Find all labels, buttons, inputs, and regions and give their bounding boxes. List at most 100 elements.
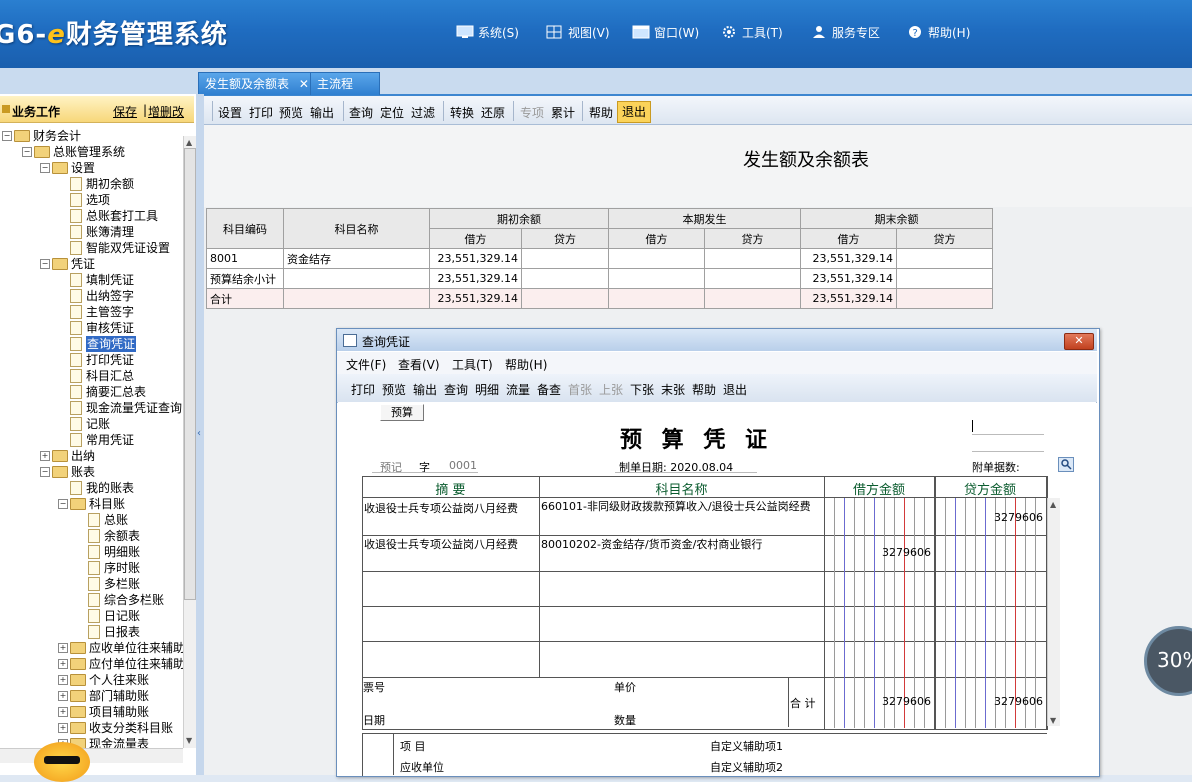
collapse-arrow-icon[interactable]: ‹ [197, 428, 201, 439]
entry-account[interactable]: 660101-非同级财政拨款预算收入/退役士兵公益岗经费 [541, 500, 823, 513]
collapse-icon[interactable]: − [40, 467, 50, 477]
tree-item[interactable]: − 凭证 [40, 256, 95, 272]
table-row-total[interactable]: 合计 23,551,329.14 23,551,329.14 [206, 288, 993, 309]
tree-item[interactable]: + 收支分类科目账 [58, 720, 173, 736]
dialog-toolbar-button[interactable]: 查询 [444, 381, 468, 398]
tree-item[interactable]: 查询凭证 [58, 336, 137, 352]
close-icon[interactable]: ✕ [299, 77, 309, 91]
dialog-toolbar-button[interactable]: 预览 [382, 381, 406, 398]
tree-item[interactable]: 选项 [58, 192, 110, 208]
tree-item[interactable]: 总账 [76, 512, 128, 528]
tree-item[interactable]: 智能双凭证设置 [58, 240, 170, 256]
tree-item[interactable]: 我的账表 [58, 480, 134, 496]
toolbar-button[interactable]: 输出 [310, 104, 334, 121]
tree-item[interactable]: 日报表 [76, 624, 140, 640]
tree-item[interactable]: + 应收单位往来辅助 [58, 640, 183, 656]
toolbar-button[interactable]: 专项 [520, 104, 544, 121]
tree-item[interactable]: − 财务会计 [2, 128, 81, 144]
menu-window[interactable]: 窗口(W) [632, 22, 699, 42]
entry-summary[interactable]: 收退役士兵专项公益岗八月经费 [364, 500, 538, 516]
table-row[interactable]: 8001 资金结存 23,551,329.14 23,551,329.14 [206, 248, 993, 269]
tree-item[interactable]: − 科目账 [58, 496, 125, 512]
collapse-icon[interactable]: − [2, 131, 12, 141]
dialog-close-button[interactable]: ✕ [1064, 333, 1094, 350]
expand-icon[interactable]: + [58, 643, 68, 653]
menu-system[interactable]: 系统(S) [456, 22, 519, 42]
collapse-icon[interactable]: − [40, 259, 50, 269]
toolbar-button[interactable]: 帮助 [589, 104, 613, 121]
menu-tools[interactable]: 工具(T) [452, 356, 493, 373]
dialog-toolbar-button[interactable]: 退出 [723, 381, 747, 398]
scroll-down-icon[interactable]: ▼ [186, 736, 192, 745]
budget-button[interactable]: 预算 [380, 404, 424, 421]
toolbar-button[interactable]: 查询 [349, 104, 373, 121]
dialog-toolbar-button[interactable]: 末张 [661, 381, 685, 398]
menu-view[interactable]: 视图(V) [546, 22, 610, 42]
tree-item[interactable]: − 账表 [40, 464, 95, 480]
tree-item[interactable]: 余额表 [76, 528, 140, 544]
tree-item[interactable]: 摘要汇总表 [58, 384, 146, 400]
collapse-icon[interactable]: − [58, 499, 68, 509]
tree-item[interactable]: 打印凭证 [58, 352, 134, 368]
menu-help[interactable]: 帮助(H) [505, 356, 547, 373]
toolbar-button[interactable]: 转换 [450, 104, 474, 121]
voucher-scrollbar[interactable] [1047, 498, 1060, 726]
tree-item[interactable]: − 总账管理系统 [22, 144, 125, 160]
tree-item[interactable]: 综合多栏账 [76, 592, 164, 608]
collapse-icon[interactable]: − [40, 163, 50, 173]
dialog-toolbar-button[interactable]: 下张 [630, 381, 654, 398]
dialog-toolbar-button[interactable]: 上张 [599, 381, 623, 398]
scroll-up-icon[interactable]: ▲ [186, 138, 192, 147]
tree-item[interactable]: + 应付单位往来辅助 [58, 656, 183, 672]
dialog-toolbar-button[interactable]: 帮助 [692, 381, 716, 398]
expand-icon[interactable]: + [58, 723, 68, 733]
dialog-toolbar-button[interactable]: 流量 [506, 381, 530, 398]
tree-item[interactable]: 出纳签字 [58, 288, 134, 304]
tree-item[interactable]: 科目汇总 [58, 368, 134, 384]
menu-file[interactable]: 文件(F) [346, 356, 386, 373]
tree-item[interactable]: 序时账 [76, 560, 140, 576]
entry-debit[interactable]: 3279606 [826, 546, 931, 559]
toolbar-button[interactable]: 还原 [481, 104, 505, 121]
menu-service[interactable]: 服务专区 [810, 22, 880, 42]
menu-view[interactable]: 查看(V) [398, 356, 440, 373]
tree-item[interactable]: + 项目辅助账 [58, 704, 149, 720]
tab-main-flow[interactable]: 主流程 [310, 72, 380, 95]
tree-scrollbar-thumb[interactable] [184, 148, 196, 600]
expand-icon[interactable]: + [58, 691, 68, 701]
dialog-toolbar-button[interactable]: 备查 [537, 381, 561, 398]
tree-item[interactable]: 常用凭证 [58, 432, 134, 448]
toolbar-button[interactable]: 过滤 [411, 104, 435, 121]
collapse-icon[interactable]: − [22, 147, 32, 157]
tree-item[interactable]: 期初余额 [58, 176, 134, 192]
tree-item[interactable]: 总账套打工具 [58, 208, 158, 224]
toolbar-button[interactable]: 定位 [380, 104, 404, 121]
toolbar-button[interactable]: 预览 [279, 104, 303, 121]
toolbar-button[interactable]: 设置 [218, 104, 242, 121]
scroll-up-icon[interactable]: ▲ [1050, 500, 1056, 509]
tab-balance-report[interactable]: 发生额及余额表 ✕ [198, 72, 316, 95]
expand-icon[interactable]: + [40, 451, 50, 461]
tree-item[interactable]: 主管签字 [58, 304, 134, 320]
tree-item[interactable]: 明细账 [76, 544, 140, 560]
tree-item[interactable]: 填制凭证 [58, 272, 134, 288]
dialog-toolbar-button[interactable]: 输出 [413, 381, 437, 398]
menu-tools[interactable]: 工具(T) [720, 22, 783, 42]
tree-item[interactable]: + 出纳 [40, 448, 95, 464]
tree-item[interactable]: + 个人往来账 [58, 672, 149, 688]
table-row[interactable]: 预算结余小计 23,551,329.14 23,551,329.14 [206, 268, 993, 289]
tree-item[interactable]: 现金流量凭证查询 [58, 400, 182, 416]
toolbar-button[interactable]: 累计 [551, 104, 575, 121]
dialog-toolbar-button[interactable]: 打印 [351, 381, 375, 398]
tree-item[interactable]: 多栏账 [76, 576, 140, 592]
scroll-down-icon[interactable]: ▼ [1050, 716, 1056, 725]
tree-hscrollbar[interactable] [0, 748, 183, 763]
add-delete-link[interactable]: 增删改 [148, 103, 184, 120]
save-link[interactable]: 保存 [113, 103, 137, 120]
tree-item[interactable]: 记账 [58, 416, 110, 432]
tree-item[interactable]: 日记账 [76, 608, 140, 624]
dialog-toolbar-button[interactable]: 明细 [475, 381, 499, 398]
search-icon[interactable] [1058, 457, 1074, 472]
exit-button[interactable]: 退出 [617, 101, 651, 123]
expand-icon[interactable]: + [58, 707, 68, 717]
